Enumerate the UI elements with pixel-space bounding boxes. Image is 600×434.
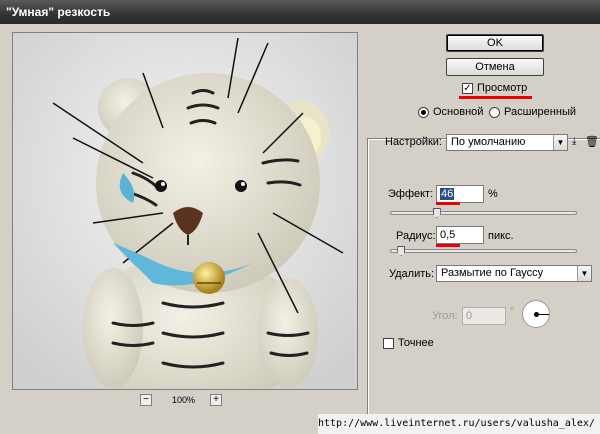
watermark-url: http://www.liveinternet.ru/users/valusha…: [318, 414, 600, 434]
preview-checkbox[interactable]: ✓ Просмотр: [462, 81, 527, 95]
effect-label: Эффект:: [388, 188, 434, 200]
chevron-down-icon: ▼: [577, 266, 591, 281]
mode-advanced-label: Расширенный: [504, 106, 576, 118]
angle-input[interactable]: 0: [462, 307, 506, 325]
remove-select[interactable]: Размытие по Гауссу ▼: [436, 265, 592, 282]
angle-unit: °: [510, 306, 515, 318]
settings-label: Настройки:: [385, 136, 442, 148]
preview-image: [13, 33, 357, 389]
smart-sharpen-dialog: − 100% + OK Отмена ✓ Просмотр Основной Р…: [0, 24, 600, 434]
ok-button[interactable]: OK: [446, 34, 544, 52]
remove-value: Размытие по Гауссу: [441, 267, 544, 279]
cancel-button[interactable]: Отмена: [446, 58, 544, 76]
effect-input[interactable]: 46: [436, 185, 484, 203]
zoom-controls: − 100% +: [140, 394, 230, 408]
zoom-in-button[interactable]: +: [210, 394, 222, 406]
delete-settings-icon[interactable]: 🗑: [585, 135, 599, 149]
window-title: "Умная" резкость: [0, 0, 600, 24]
radio-selected-icon: [418, 106, 429, 118]
preview-label: Просмотр: [477, 82, 528, 94]
remove-label: Удалить:: [389, 268, 435, 280]
precise-checkbox[interactable]: Точнее: [383, 336, 434, 350]
mode-basic-radio[interactable]: Основной: [418, 105, 483, 119]
settings-select[interactable]: По умолчанию ▼: [446, 134, 568, 151]
save-settings-icon[interactable]: ⤓: [572, 136, 582, 150]
radius-label: Радиус:: [396, 230, 436, 242]
checkbox-empty-icon: [383, 337, 394, 349]
effect-value: 46: [440, 188, 455, 200]
angle-dial-center: [534, 312, 539, 317]
mode-basic-label: Основной: [433, 106, 484, 118]
angle-label: Угол:: [432, 310, 458, 322]
angle-dial[interactable]: [522, 300, 550, 328]
radius-unit: пикс.: [488, 230, 514, 242]
effect-highlight: [436, 202, 460, 205]
effect-unit: %: [488, 188, 498, 200]
highlight-underline: [459, 96, 532, 99]
check-icon: ✓: [462, 82, 473, 94]
precise-label: Точнее: [398, 337, 434, 349]
radius-highlight: [436, 244, 460, 247]
zoom-level: 100%: [172, 395, 196, 405]
settings-value: По умолчанию: [451, 136, 526, 148]
zoom-out-button[interactable]: −: [140, 394, 152, 406]
radio-empty-icon: [489, 106, 500, 118]
radius-slider[interactable]: [390, 249, 577, 253]
effect-slider[interactable]: [390, 211, 577, 215]
radius-input[interactable]: 0,5: [436, 226, 484, 244]
chevron-down-icon: ▼: [553, 135, 567, 150]
preview-area[interactable]: [12, 32, 358, 390]
mode-advanced-radio[interactable]: Расширенный: [489, 105, 576, 119]
